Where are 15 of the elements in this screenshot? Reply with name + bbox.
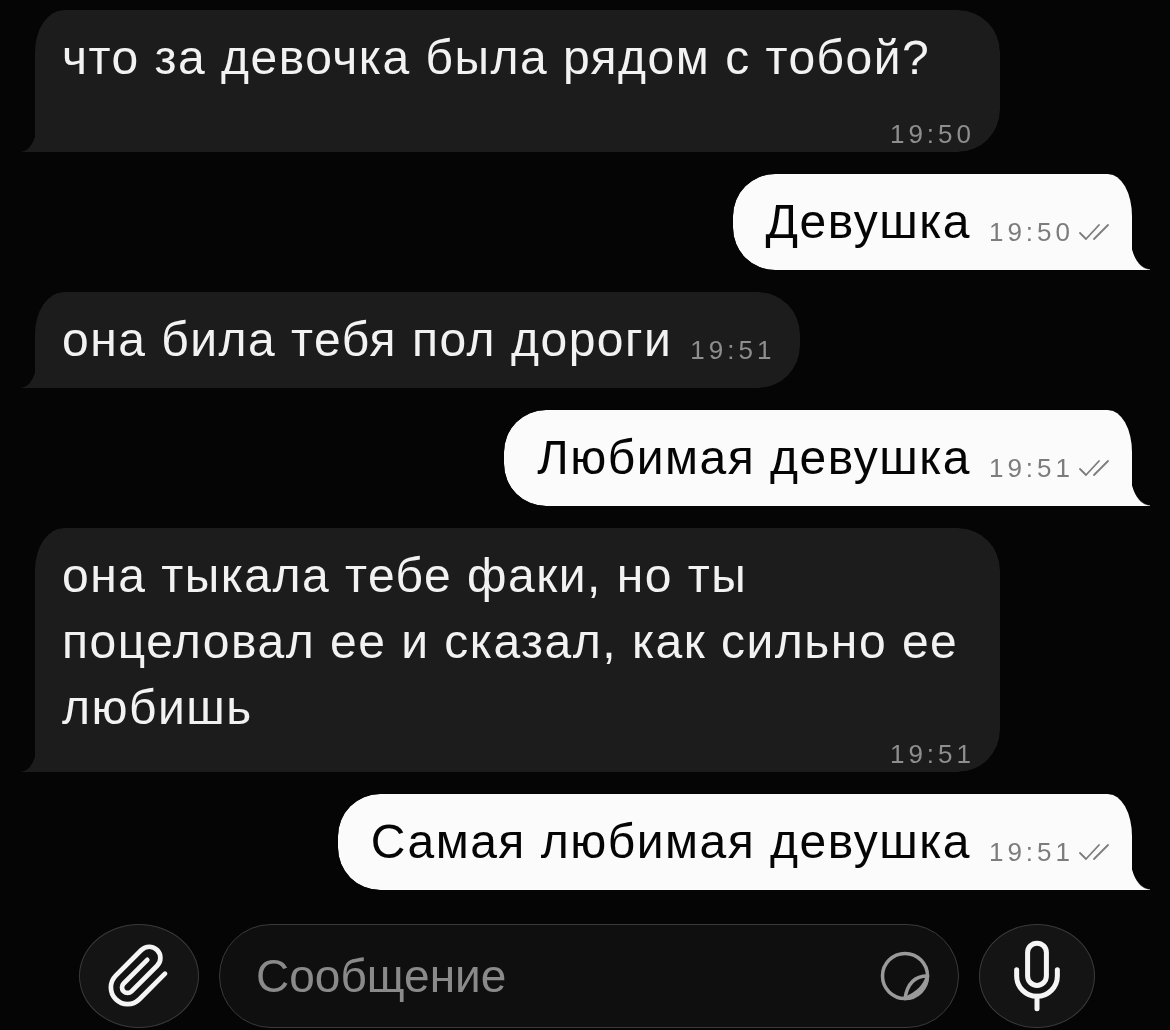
message-text: Девушка — [765, 195, 971, 248]
message-time: 19:50 — [988, 219, 1074, 245]
message-field[interactable]: Сообщение — [219, 924, 959, 1028]
message-time: 19:50 — [889, 121, 975, 147]
message-text: что за девочка была рядом с тобой? — [62, 31, 931, 84]
sticker-icon[interactable] — [880, 951, 930, 1001]
message-time: 19:51 — [690, 337, 776, 363]
message-time: 19:51 — [988, 839, 1074, 865]
message-text: она била тебя пол дороги — [62, 313, 673, 366]
message-text: Самая любимая девушка — [370, 815, 971, 868]
message-text: она тыкала тебе факи, но ты поцеловал ее и сказал, как сильно ее любишь — [62, 549, 959, 734]
message-time: 19:51 — [889, 741, 975, 767]
message-input[interactable]: Сообщение — [256, 941, 868, 1011]
message-time: 19:51 — [988, 455, 1074, 481]
message-text: Любимая девушка — [537, 431, 971, 484]
